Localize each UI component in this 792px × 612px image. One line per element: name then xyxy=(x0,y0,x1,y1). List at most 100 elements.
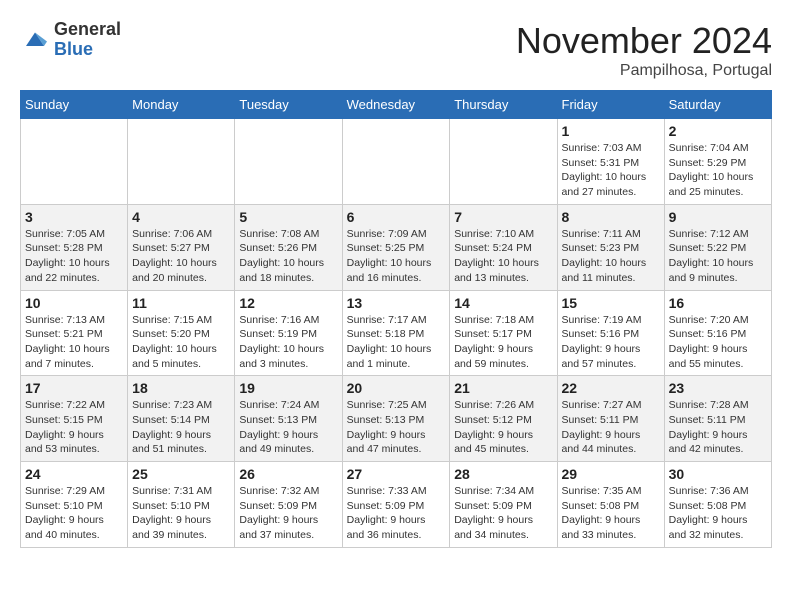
calendar-cell: 24 Sunrise: 7:29 AMSunset: 5:10 PMDayligh… xyxy=(21,462,128,548)
day-number: 22 xyxy=(562,380,660,396)
calendar-body: 1 Sunrise: 7:03 AMSunset: 5:31 PMDaylight… xyxy=(21,119,772,548)
day-info: Sunrise: 7:31 AMSunset: 5:10 PMDaylight:… xyxy=(132,484,230,543)
calendar-cell xyxy=(128,119,235,205)
day-number: 28 xyxy=(454,466,552,482)
calendar-cell: 19 Sunrise: 7:24 AMSunset: 5:13 PMDayligh… xyxy=(235,376,342,462)
day-info: Sunrise: 7:34 AMSunset: 5:09 PMDaylight:… xyxy=(454,484,552,543)
day-number: 13 xyxy=(347,295,446,311)
day-info: Sunrise: 7:18 AMSunset: 5:17 PMDaylight:… xyxy=(454,313,552,372)
day-info: Sunrise: 7:36 AMSunset: 5:08 PMDaylight:… xyxy=(669,484,767,543)
day-info: Sunrise: 7:09 AMSunset: 5:25 PMDaylight:… xyxy=(347,227,446,286)
calendar-cell: 14Sunrise: 7:18 AMSunset: 5:17 PMDayligh… xyxy=(450,290,557,376)
day-number: 6 xyxy=(347,209,446,225)
calendar-cell: 13 Sunrise: 7:17 AMSunset: 5:18 PMDayligh… xyxy=(342,290,450,376)
day-info: Sunrise: 7:11 AMSunset: 5:23 PMDaylight:… xyxy=(562,227,660,286)
calendar-header: SundayMondayTuesdayWednesdayThursdayFrid… xyxy=(21,91,772,119)
calendar-cell: 26 Sunrise: 7:32 AMSunset: 5:09 PMDayligh… xyxy=(235,462,342,548)
calendar-cell: 22 Sunrise: 7:27 AMSunset: 5:11 PMDayligh… xyxy=(557,376,664,462)
calendar-cell xyxy=(342,119,450,205)
day-number: 26 xyxy=(239,466,337,482)
month-title: November 2024 xyxy=(516,20,772,62)
day-number: 3 xyxy=(25,209,123,225)
day-number: 24 xyxy=(25,466,123,482)
day-number: 21 xyxy=(454,380,552,396)
calendar-table: SundayMondayTuesdayWednesdayThursdayFrid… xyxy=(20,90,772,548)
day-info: Sunrise: 7:19 AMSunset: 5:16 PMDaylight:… xyxy=(562,313,660,372)
day-number: 11 xyxy=(132,295,230,311)
day-number: 19 xyxy=(239,380,337,396)
calendar-cell: 6 Sunrise: 7:09 AMSunset: 5:25 PMDaylight… xyxy=(342,204,450,290)
day-info: Sunrise: 7:06 AMSunset: 5:27 PMDaylight:… xyxy=(132,227,230,286)
calendar-cell xyxy=(21,119,128,205)
day-of-week-header: Monday xyxy=(128,91,235,119)
calendar-week-row: 17 Sunrise: 7:22 AMSunset: 5:15 PMDayligh… xyxy=(21,376,772,462)
calendar-cell: 17 Sunrise: 7:22 AMSunset: 5:15 PMDayligh… xyxy=(21,376,128,462)
logo: General Blue xyxy=(20,20,121,60)
day-info: Sunrise: 7:13 AMSunset: 5:21 PMDaylight:… xyxy=(25,313,123,372)
day-info: Sunrise: 7:04 AMSunset: 5:29 PMDaylight:… xyxy=(669,141,767,200)
day-number: 4 xyxy=(132,209,230,225)
calendar-cell: 21Sunrise: 7:26 AMSunset: 5:12 PMDayligh… xyxy=(450,376,557,462)
day-number: 5 xyxy=(239,209,337,225)
day-info: Sunrise: 7:05 AMSunset: 5:28 PMDaylight:… xyxy=(25,227,123,286)
day-of-week-header: Thursday xyxy=(450,91,557,119)
day-number: 1 xyxy=(562,123,660,139)
calendar-cell: 1 Sunrise: 7:03 AMSunset: 5:31 PMDaylight… xyxy=(557,119,664,205)
day-of-week-header: Friday xyxy=(557,91,664,119)
day-number: 20 xyxy=(347,380,446,396)
calendar-cell: 4 Sunrise: 7:06 AMSunset: 5:27 PMDaylight… xyxy=(128,204,235,290)
day-number: 23 xyxy=(669,380,767,396)
day-number: 10 xyxy=(25,295,123,311)
day-number: 2 xyxy=(669,123,767,139)
calendar-week-row: 3 Sunrise: 7:05 AMSunset: 5:28 PMDaylight… xyxy=(21,204,772,290)
title-block: November 2024 Pampilhosa, Portugal xyxy=(516,20,772,80)
calendar-cell: 10 Sunrise: 7:13 AMSunset: 5:21 PMDayligh… xyxy=(21,290,128,376)
calendar-cell: 23 Sunrise: 7:28 AMSunset: 5:11 PMDayligh… xyxy=(664,376,771,462)
day-info: Sunrise: 7:29 AMSunset: 5:10 PMDaylight:… xyxy=(25,484,123,543)
calendar-week-row: 1 Sunrise: 7:03 AMSunset: 5:31 PMDaylight… xyxy=(21,119,772,205)
day-number: 12 xyxy=(239,295,337,311)
day-number: 15 xyxy=(562,295,660,311)
location: Pampilhosa, Portugal xyxy=(516,62,772,80)
calendar-cell: 7Sunrise: 7:10 AMSunset: 5:24 PMDaylight… xyxy=(450,204,557,290)
day-info: Sunrise: 7:23 AMSunset: 5:14 PMDaylight:… xyxy=(132,398,230,457)
day-info: Sunrise: 7:28 AMSunset: 5:11 PMDaylight:… xyxy=(669,398,767,457)
day-info: Sunrise: 7:17 AMSunset: 5:18 PMDaylight:… xyxy=(347,313,446,372)
calendar-cell: 15 Sunrise: 7:19 AMSunset: 5:16 PMDayligh… xyxy=(557,290,664,376)
day-number: 9 xyxy=(669,209,767,225)
day-info: Sunrise: 7:22 AMSunset: 5:15 PMDaylight:… xyxy=(25,398,123,457)
calendar-cell: 8 Sunrise: 7:11 AMSunset: 5:23 PMDaylight… xyxy=(557,204,664,290)
calendar-cell: 27Sunrise: 7:33 AMSunset: 5:09 PMDayligh… xyxy=(342,462,450,548)
day-number: 18 xyxy=(132,380,230,396)
day-info: Sunrise: 7:32 AMSunset: 5:09 PMDaylight:… xyxy=(239,484,337,543)
day-number: 30 xyxy=(669,466,767,482)
calendar-week-row: 24 Sunrise: 7:29 AMSunset: 5:10 PMDayligh… xyxy=(21,462,772,548)
calendar-cell: 12Sunrise: 7:16 AMSunset: 5:19 PMDayligh… xyxy=(235,290,342,376)
day-number: 17 xyxy=(25,380,123,396)
calendar-cell: 9 Sunrise: 7:12 AMSunset: 5:22 PMDaylight… xyxy=(664,204,771,290)
day-info: Sunrise: 7:24 AMSunset: 5:13 PMDaylight:… xyxy=(239,398,337,457)
calendar-week-row: 10 Sunrise: 7:13 AMSunset: 5:21 PMDayligh… xyxy=(21,290,772,376)
day-of-week-header: Saturday xyxy=(664,91,771,119)
day-number: 8 xyxy=(562,209,660,225)
day-info: Sunrise: 7:35 AMSunset: 5:08 PMDaylight:… xyxy=(562,484,660,543)
calendar-cell: 30 Sunrise: 7:36 AMSunset: 5:08 PMDayligh… xyxy=(664,462,771,548)
day-info: Sunrise: 7:33 AMSunset: 5:09 PMDaylight:… xyxy=(347,484,446,543)
day-of-week-header: Wednesday xyxy=(342,91,450,119)
logo-general-text: General xyxy=(54,20,121,40)
day-info: Sunrise: 7:27 AMSunset: 5:11 PMDaylight:… xyxy=(562,398,660,457)
day-info: Sunrise: 7:15 AMSunset: 5:20 PMDaylight:… xyxy=(132,313,230,372)
day-info: Sunrise: 7:12 AMSunset: 5:22 PMDaylight:… xyxy=(669,227,767,286)
calendar-cell: 2 Sunrise: 7:04 AMSunset: 5:29 PMDaylight… xyxy=(664,119,771,205)
calendar-cell: 28 Sunrise: 7:34 AMSunset: 5:09 PMDayligh… xyxy=(450,462,557,548)
day-number: 16 xyxy=(669,295,767,311)
day-number: 29 xyxy=(562,466,660,482)
day-number: 7 xyxy=(454,209,552,225)
day-of-week-header: Tuesday xyxy=(235,91,342,119)
day-info: Sunrise: 7:03 AMSunset: 5:31 PMDaylight:… xyxy=(562,141,660,200)
day-info: Sunrise: 7:25 AMSunset: 5:13 PMDaylight:… xyxy=(347,398,446,457)
calendar-cell: 29 Sunrise: 7:35 AMSunset: 5:08 PMDayligh… xyxy=(557,462,664,548)
calendar-cell: 11 Sunrise: 7:15 AMSunset: 5:20 PMDayligh… xyxy=(128,290,235,376)
calendar-cell xyxy=(235,119,342,205)
page-header: General Blue November 2024 Pampilhosa, P… xyxy=(20,20,772,80)
